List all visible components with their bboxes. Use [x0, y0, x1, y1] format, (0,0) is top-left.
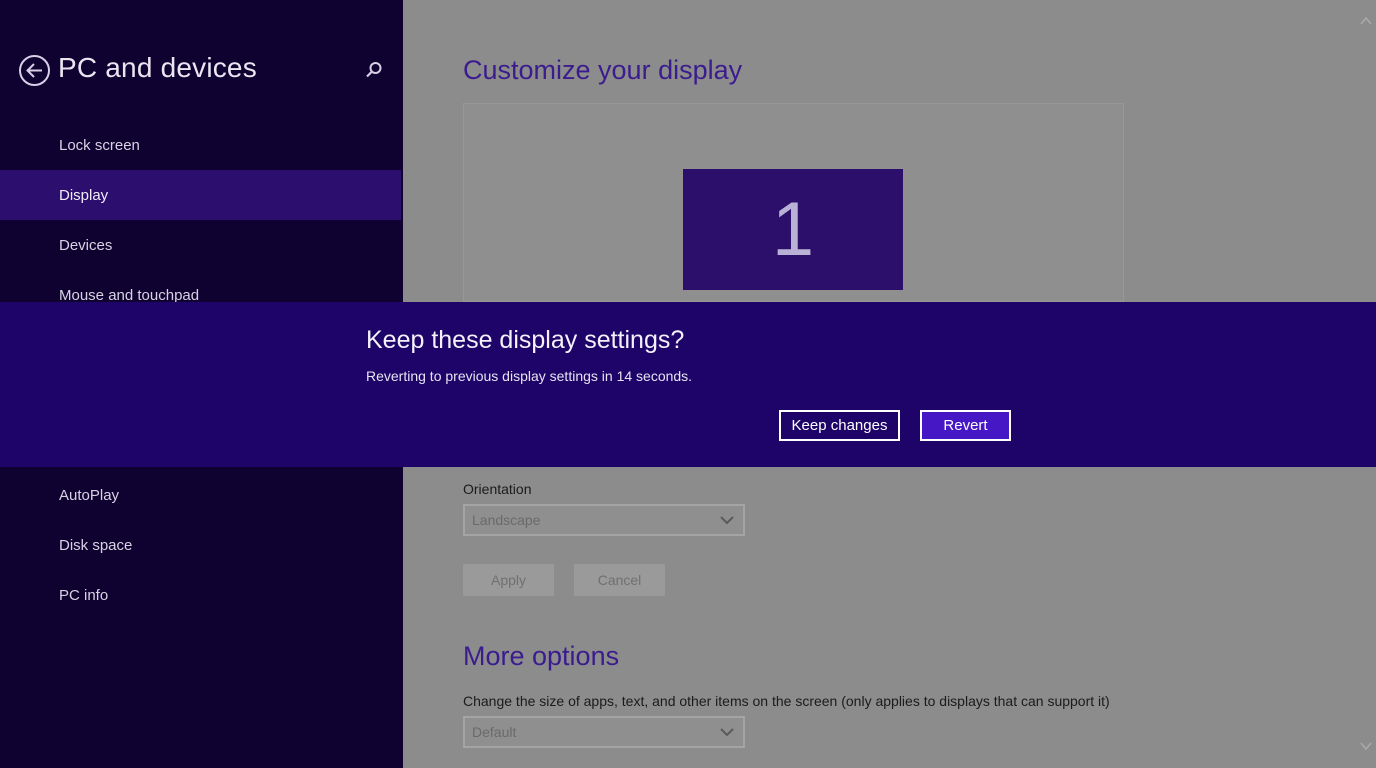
revert-button[interactable]: Revert — [920, 410, 1011, 441]
chevron-down-icon — [720, 516, 734, 525]
more-options-heading: More options — [463, 641, 620, 671]
sidebar-item-label: Disk space — [59, 536, 133, 554]
orientation-label: Orientation — [463, 481, 532, 497]
keep-changes-button[interactable]: Keep changes — [779, 410, 900, 441]
apply-button[interactable]: Apply — [463, 564, 554, 596]
scroll-up-icon[interactable] — [1359, 15, 1373, 27]
sidebar-item-lock-screen[interactable]: Lock screen — [0, 120, 401, 170]
page-title: PC and devices — [58, 52, 257, 83]
sidebar-item-devices[interactable]: Devices — [0, 220, 401, 270]
customize-display-heading: Customize your display — [463, 55, 743, 85]
sidebar-item-label: Display — [59, 186, 109, 204]
sidebar-item-label: Lock screen — [59, 136, 140, 154]
monitor-tile[interactable]: 1 — [683, 169, 903, 290]
size-value: Default — [472, 724, 517, 740]
sidebar-item-autoplay[interactable]: AutoPlay — [0, 470, 401, 520]
monitor-number: 1 — [771, 187, 815, 272]
cancel-button[interactable]: Cancel — [574, 564, 665, 596]
dialog-title: Keep these display settings? — [366, 326, 685, 354]
orientation-select[interactable]: Landscape — [463, 504, 745, 536]
scroll-down-icon[interactable] — [1359, 740, 1373, 752]
search-icon[interactable] — [364, 60, 384, 80]
orientation-value: Landscape — [472, 512, 541, 528]
size-select[interactable]: Default — [463, 716, 745, 748]
keep-settings-dialog: Keep these display settings? Reverting t… — [0, 302, 1376, 467]
dialog-message: Reverting to previous display settings i… — [366, 368, 693, 384]
sidebar-item-label: AutoPlay — [59, 486, 120, 504]
sidebar-item-label: PC info — [59, 586, 109, 604]
chevron-down-icon — [720, 728, 734, 737]
sidebar-item-disk-space[interactable]: Disk space — [0, 520, 401, 570]
back-button[interactable] — [19, 55, 50, 86]
display-arrangement-area: 1 — [463, 103, 1124, 302]
size-label: Change the size of apps, text, and other… — [463, 693, 1110, 709]
sidebar-item-label: Devices — [59, 236, 113, 254]
sidebar-item-label: Mouse and touchpad — [59, 286, 200, 304]
sidebar-item-pc-info[interactable]: PC info — [0, 570, 401, 620]
sidebar-item-display[interactable]: Display — [0, 170, 401, 220]
back-arrow-icon — [26, 63, 42, 78]
